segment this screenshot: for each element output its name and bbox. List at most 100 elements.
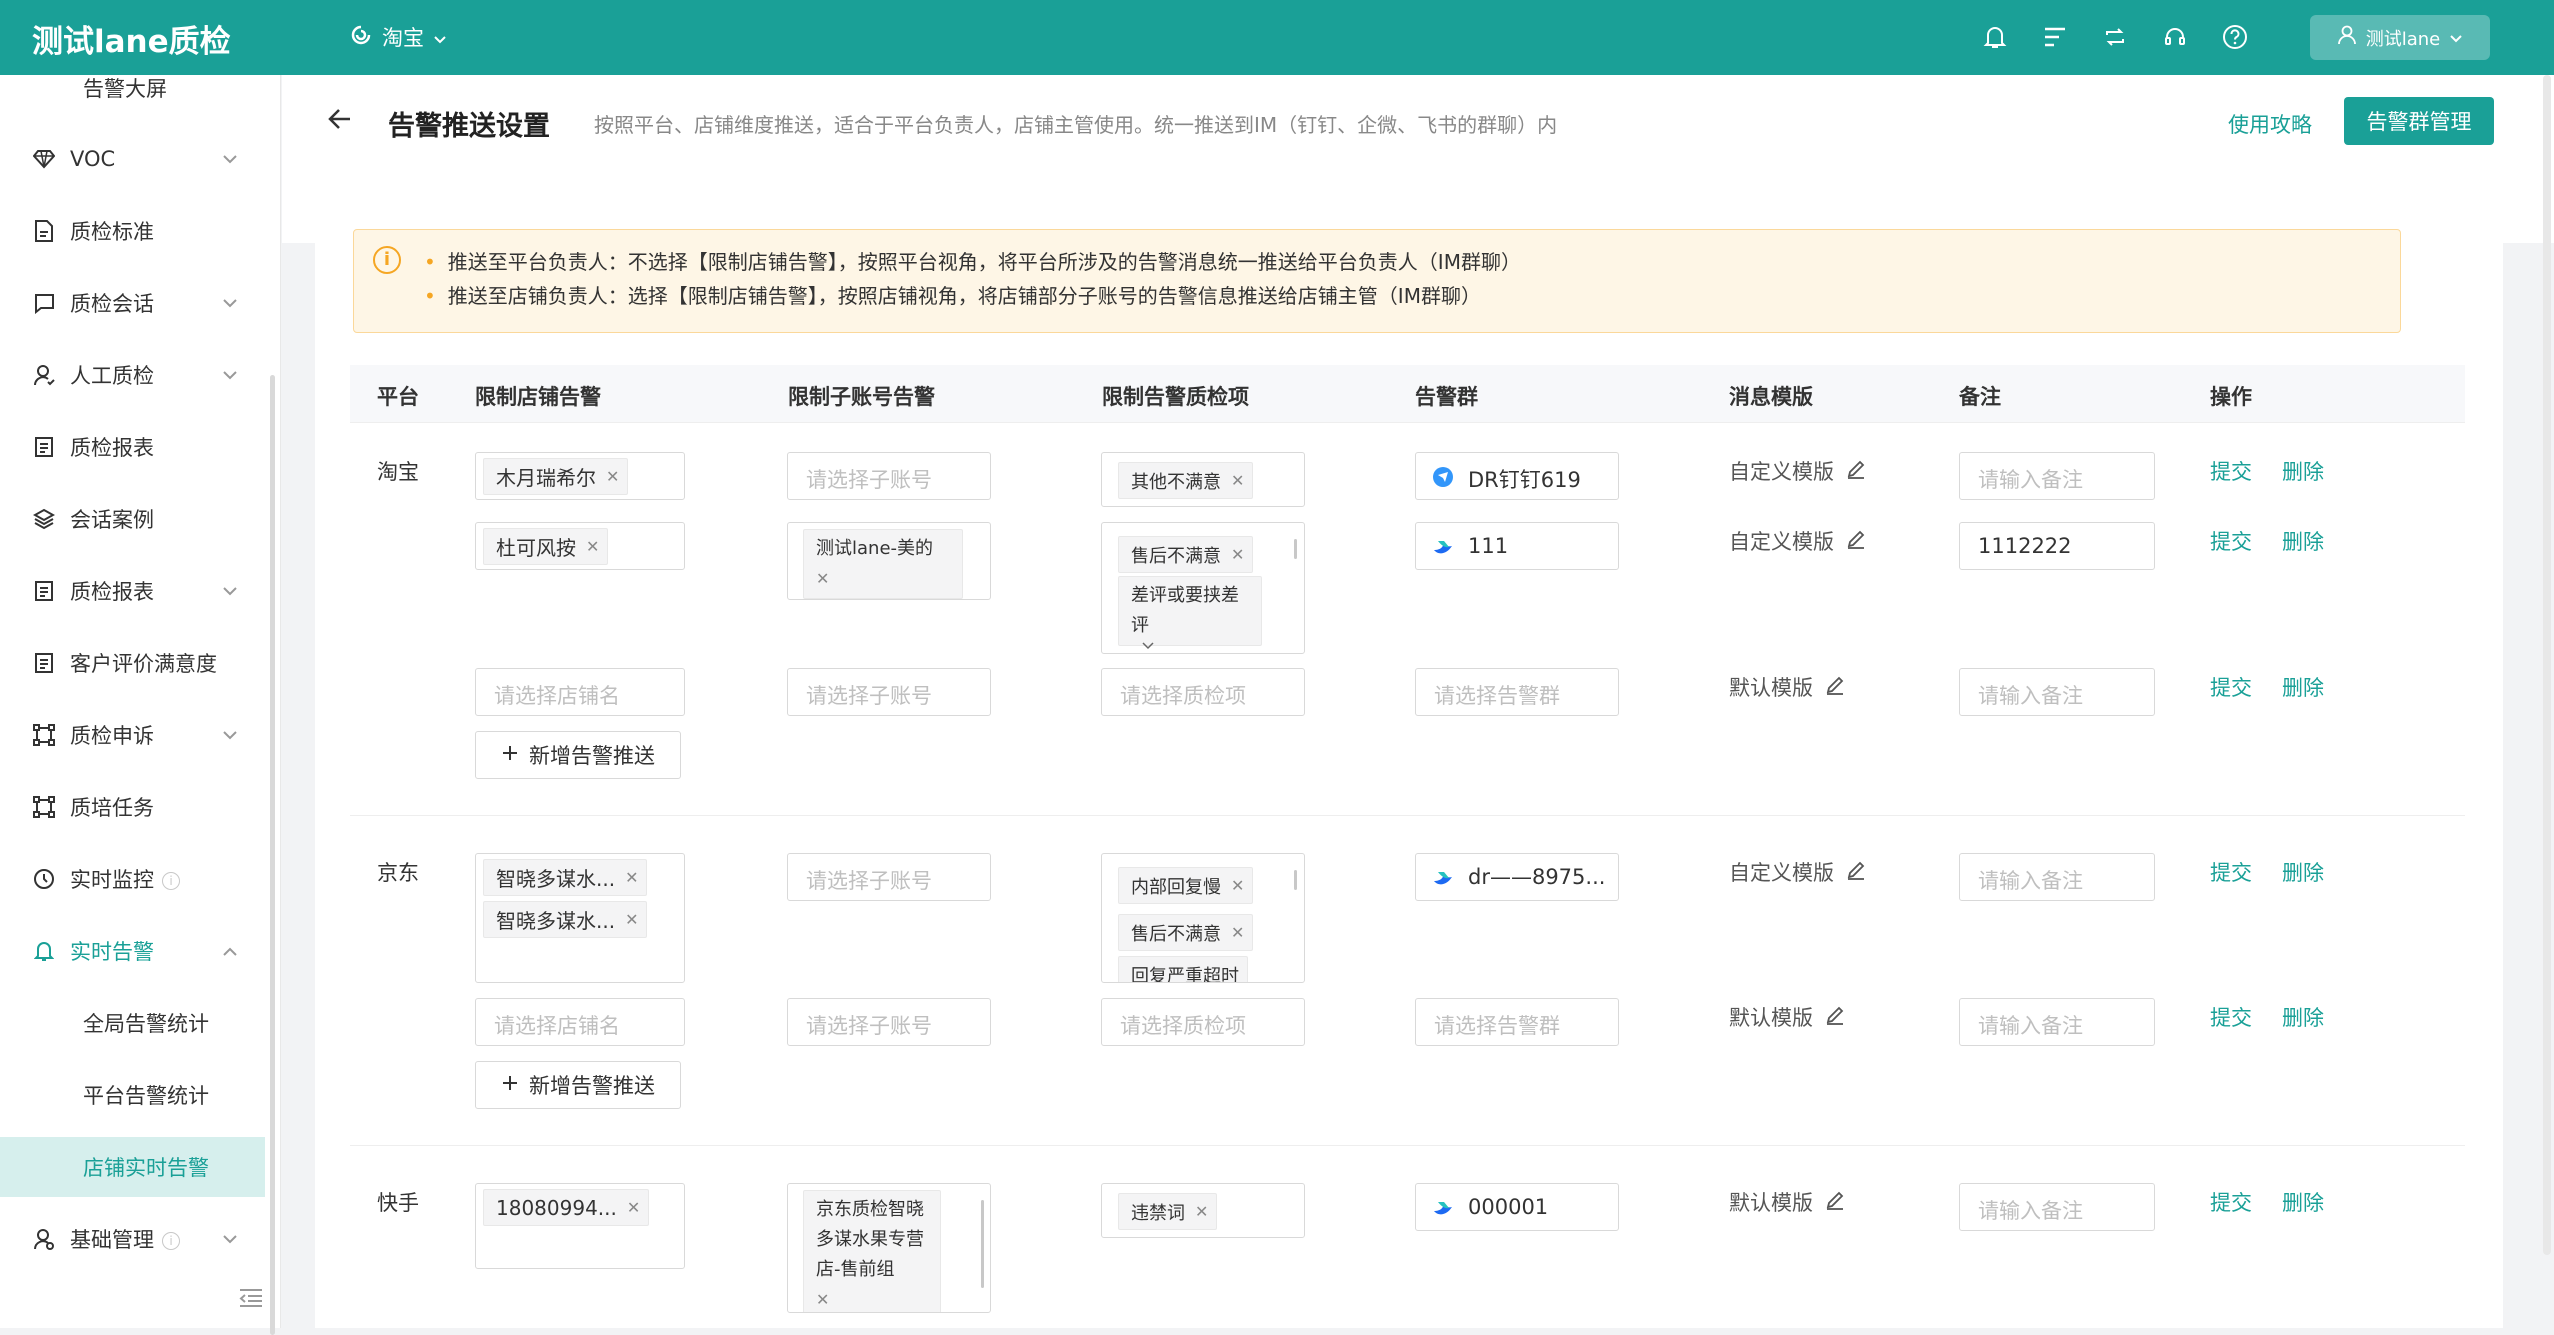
select-scrollbar[interactable] [1294,870,1297,890]
sidebar-item-appeal[interactable]: 质检申诉 [0,705,265,765]
close-icon[interactable]: ✕ [1231,876,1244,895]
delete-button[interactable]: 删除 [2282,1187,2324,1217]
sidebar-item-monitor[interactable]: 实时监控 i [0,849,265,909]
alert-group-manage-button[interactable]: 告警群管理 [2344,97,2494,145]
remark-input[interactable]: 请输入备注 [1959,452,2155,500]
alert-group-select[interactable]: 000001 [1415,1183,1619,1231]
sidebar-item-report[interactable]: 质检报表 [0,417,265,477]
remark-input[interactable]: 请输入备注 [1959,998,2155,1046]
alert-group-select[interactable]: 请选择告警群 [1415,998,1619,1046]
report-icon [32,435,56,459]
quality-item-select[interactable]: 违禁词 ✕ [1101,1183,1305,1238]
delete-button[interactable]: 删除 [2282,857,2324,887]
alert-group-select[interactable]: dr——8975... [1415,853,1619,901]
quality-item-select[interactable]: 请选择质检项 [1101,998,1305,1046]
sidebar-item-training[interactable]: 质培任务 [0,777,265,837]
quality-item-select[interactable]: 内部回复慢 ✕ 售后不满意 ✕ 回复严重超时 [1101,853,1305,983]
bell-icon[interactable] [1980,22,2010,52]
submit-button[interactable]: 提交 [2210,456,2252,486]
close-icon[interactable]: ✕ [1231,923,1244,942]
user-menu-button[interactable]: 测试lane [2310,15,2490,60]
platform-switcher[interactable]: 淘宝 [350,22,446,52]
sidebar-item-global-stats[interactable]: 全局告警统计 [0,993,265,1053]
close-icon[interactable]: ✕ [816,1285,928,1312]
account-select[interactable]: 京东质检智晓多谋水果专营店-售前组 ✕ [787,1183,991,1313]
remark-input[interactable]: 请输入备注 [1959,853,2155,901]
delete-button[interactable]: 删除 [2282,672,2324,702]
sidebar-item-report-2[interactable]: 质检报表 [0,561,265,621]
sidebar-item-voc[interactable]: VOC [0,129,265,189]
sidebar-item-standards[interactable]: 质检标准 [0,201,265,261]
account-select[interactable]: 请选择子账号 [787,853,991,901]
add-alert-push-button[interactable]: 新增告警推送 [475,1061,681,1109]
alert-group-select[interactable]: 111 [1415,522,1619,570]
edit-icon[interactable] [1846,529,1866,554]
sidebar-item-alert-screen[interactable]: 告警大屏 [0,58,265,118]
delete-button[interactable]: 删除 [2282,456,2324,486]
remark-input[interactable]: 1112222 [1959,522,2155,570]
sidebar-item-shop-alert[interactable]: 店铺实时告警 [0,1137,265,1197]
submit-button[interactable]: 提交 [2210,672,2252,702]
edit-icon[interactable] [1825,675,1845,700]
collapse-sidebar-icon[interactable] [238,1287,264,1313]
sidebar-item-satisfaction[interactable]: 客户评价满意度 [0,633,265,693]
headset-icon[interactable] [2160,22,2190,52]
sidebar-item-sessions[interactable]: 质检会话 [0,273,265,333]
close-icon[interactable]: ✕ [1231,545,1244,564]
close-icon[interactable]: ✕ [1195,1202,1208,1221]
sidebar-item-realtime-alert[interactable]: 实时告警 [0,921,265,981]
edit-icon[interactable] [1825,1005,1845,1030]
shop-select[interactable]: 请选择店铺名 [475,668,685,716]
sidebar-item-cases[interactable]: 会话案例 [0,489,265,549]
quality-item-select[interactable]: 请选择质检项 [1101,668,1305,716]
shop-tag: 杜可风按 ✕ [483,528,609,565]
edit-icon[interactable] [1846,459,1866,484]
close-icon[interactable]: ✕ [816,564,950,594]
alert-group-select[interactable]: 请选择告警群 [1415,668,1619,716]
account-select[interactable]: 请选择子账号 [787,998,991,1046]
sidebar-item-basic-settings[interactable]: 基础管理 i [0,1209,265,1269]
submit-button[interactable]: 提交 [2210,857,2252,887]
quality-item-select[interactable]: 其他不满意 ✕ [1101,452,1305,507]
sidebar-item-manual-qc[interactable]: 人工质检 [0,345,265,405]
edit-icon[interactable] [1825,1190,1845,1215]
sidebar-item-platform-stats[interactable]: 平台告警统计 [0,1065,265,1125]
back-arrow-icon[interactable] [328,108,352,134]
add-alert-push-button[interactable]: 新增告警推送 [475,731,681,779]
account-select[interactable]: 请选择子账号 [787,452,991,500]
submit-button[interactable]: 提交 [2210,1187,2252,1217]
close-icon[interactable]: ✕ [1231,471,1244,490]
close-icon[interactable]: ✕ [627,1198,640,1217]
select-scrollbar[interactable] [1294,539,1297,559]
close-icon[interactable]: ✕ [625,910,638,929]
close-icon[interactable]: ✕ [586,537,599,556]
account-select[interactable]: 请选择子账号 [787,668,991,716]
sidebar-scrollbar[interactable] [270,375,275,1335]
remark-input[interactable]: 请输入备注 [1959,668,2155,716]
placeholder: 请选择店铺名 [494,684,620,708]
help-icon[interactable] [2220,22,2250,52]
shop-select[interactable]: 请选择店铺名 [475,998,685,1046]
page-scrollbar[interactable] [2543,75,2551,1255]
account-select[interactable]: 测试lane-美的 ✕ [787,522,991,600]
switch-icon[interactable] [2100,22,2130,52]
delete-button[interactable]: 删除 [2282,1002,2324,1032]
list-icon[interactable] [2040,22,2070,52]
submit-button[interactable]: 提交 [2210,526,2252,556]
template-cell: 自定义模版 [1729,857,1866,887]
shop-select[interactable]: 杜可风按 ✕ [475,522,685,570]
shop-select[interactable]: 智晓多谋水... ✕ 智晓多谋水... ✕ [475,853,685,983]
select-scrollbar[interactable] [981,1200,984,1288]
quality-item-select[interactable]: 售后不满意 ✕ 差评或要挟差评 [1101,522,1305,654]
close-icon[interactable]: ✕ [606,467,619,486]
guide-link[interactable]: 使用攻略 [2228,109,2312,139]
shop-select[interactable]: 18080994... ✕ [475,1183,685,1269]
delete-button[interactable]: 删除 [2282,526,2324,556]
alert-group-select[interactable]: DR钉钉619 [1415,452,1619,500]
remark-input[interactable]: 请输入备注 [1959,1183,2155,1231]
shop-select[interactable]: 木月瑞希尔 ✕ [475,452,685,500]
submit-button[interactable]: 提交 [2210,1002,2252,1032]
edit-icon[interactable] [1846,860,1866,885]
close-icon[interactable]: ✕ [625,868,638,887]
placeholder: 请选择告警群 [1434,684,1560,708]
